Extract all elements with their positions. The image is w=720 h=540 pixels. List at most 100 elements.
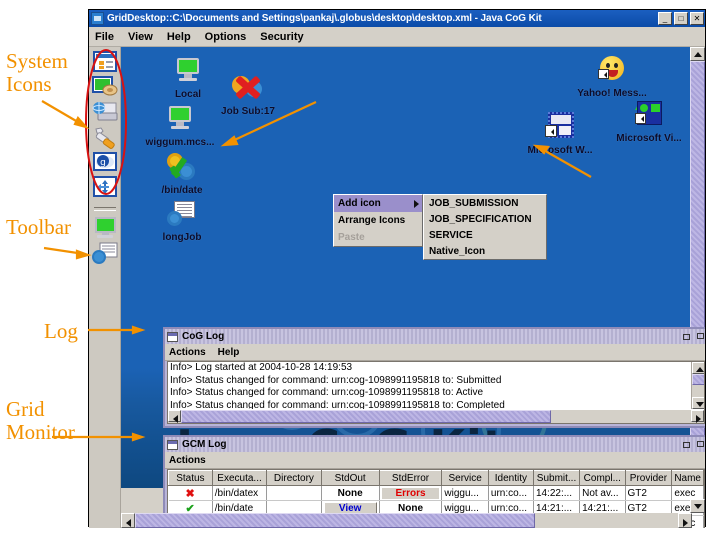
column-header-status[interactable]: Status xyxy=(169,471,213,486)
desktop-icon-label: Job Sub:17 xyxy=(209,106,287,117)
scroll-down-button[interactable] xyxy=(690,499,705,513)
window-icon xyxy=(167,440,178,450)
menu-item-view[interactable]: View xyxy=(128,31,153,43)
window-controls: _ □ ✕ xyxy=(658,12,704,25)
cog-log-title: CoG Log xyxy=(182,331,682,342)
desktop-icon-microsoft-word[interactable]: Microsoft W... xyxy=(521,108,599,156)
maximize-button[interactable] xyxy=(695,332,705,342)
job-spec-doc-icon xyxy=(143,195,221,231)
scrollbar-thumb[interactable] xyxy=(135,513,535,528)
new-job-icon[interactable] xyxy=(92,241,118,265)
column-header-service[interactable]: Service xyxy=(442,471,488,486)
desktop-icon-longjob[interactable]: longJob xyxy=(143,195,221,243)
desktop-icon-microsoft-visio[interactable]: Microsoft Vi... xyxy=(610,96,688,144)
column-header-executable[interactable]: Executa... xyxy=(212,471,266,486)
close-button[interactable]: ✕ xyxy=(690,12,704,25)
cog-log-text-area[interactable]: Info> Log started at 2004-10-28 14:19:53… xyxy=(167,361,705,424)
context-menu-item-arrange-icons[interactable]: Arrange Icons xyxy=(334,212,422,229)
desktop-icon-label: Microsoft W... xyxy=(521,145,599,156)
scroll-up-button[interactable] xyxy=(692,362,705,374)
wrench-tools-icon[interactable] xyxy=(92,125,118,149)
scroll-right-button[interactable] xyxy=(678,513,692,528)
column-header-submitted[interactable]: Submit... xyxy=(533,471,579,486)
menu-item-options[interactable]: Options xyxy=(205,31,247,43)
restore-button[interactable] xyxy=(682,440,692,450)
scroll-right-button[interactable] xyxy=(691,410,704,422)
log-line: Info> Status changed for command: urn:co… xyxy=(168,375,690,388)
microsoft-word-icon xyxy=(521,108,599,144)
cog-log-window: CoG Log Actions Help Info> Log started a… xyxy=(163,327,705,428)
maximize-button[interactable]: □ xyxy=(674,12,688,25)
properties-icon[interactable] xyxy=(92,50,118,74)
column-header-stderror[interactable]: StdError xyxy=(379,471,442,486)
window-icon xyxy=(167,332,178,342)
menu-item-actions[interactable]: Actions xyxy=(169,347,206,358)
submenu-item-job-specification[interactable]: JOB_SPECIFICATION xyxy=(424,211,546,227)
desktop-icon-wiggum[interactable]: wiggum.mcs... xyxy=(141,100,219,148)
menu-item-help[interactable]: Help xyxy=(218,347,240,358)
context-menu-item-paste: Paste xyxy=(334,229,422,246)
column-header-completed[interactable]: Compl... xyxy=(580,471,625,486)
refresh-grid-icon[interactable] xyxy=(92,175,118,199)
sidebar-separator xyxy=(94,207,116,211)
cog-log-horizontal-scrollbar[interactable] xyxy=(168,410,704,423)
menu-item-help[interactable]: Help xyxy=(167,31,191,43)
cell-identity: urn:co... xyxy=(488,486,533,501)
gcm-log-title: GCM Log xyxy=(182,439,682,450)
job-failed-icon xyxy=(209,69,287,105)
scroll-left-button[interactable] xyxy=(168,410,181,422)
cell-submitted: 14:22:... xyxy=(533,486,579,501)
column-header-name[interactable]: Name xyxy=(672,471,704,486)
minimize-button[interactable]: _ xyxy=(658,12,672,25)
new-host-icon[interactable] xyxy=(92,216,118,240)
scrollbar-thumb[interactable] xyxy=(181,410,551,423)
submenu-item-service[interactable]: SERVICE xyxy=(424,227,546,243)
annotation-log: Log xyxy=(44,320,78,343)
submenu-item-native-icon[interactable]: Native_Icon xyxy=(424,243,546,259)
gcm-log-title-bar: GCM Log xyxy=(165,437,705,452)
window-title-bar: GridDesktop::C:\Documents and Settings\p… xyxy=(89,10,705,27)
microsoft-visio-icon xyxy=(610,96,688,132)
errors-link[interactable]: Errors xyxy=(382,488,440,499)
desktop-icon-bin-date[interactable]: /bin/date xyxy=(143,148,221,196)
cog-log-title-bar: CoG Log xyxy=(165,329,705,344)
cog-log-vertical-scrollbar[interactable] xyxy=(691,362,704,409)
svg-text:g: g xyxy=(100,158,106,168)
status-failed-icon: ✖ xyxy=(186,488,195,500)
cell-status: ✖ xyxy=(169,486,213,501)
desktop-horizontal-scrollbar[interactable] xyxy=(121,513,692,528)
menu-item-file[interactable]: File xyxy=(95,31,114,43)
network-printer-icon[interactable] xyxy=(92,100,118,124)
yahoo-messenger-icon xyxy=(573,51,651,87)
desktop-icon-job-sub[interactable]: Job Sub:17 xyxy=(209,69,287,117)
menu-item-security[interactable]: Security xyxy=(260,31,303,43)
column-header-provider[interactable]: Provider xyxy=(625,471,672,486)
info-window-icon[interactable]: g xyxy=(92,150,118,174)
submenu-item-job-submission[interactable]: JOB_SUBMISSION xyxy=(424,195,546,211)
context-menu-item-add-icon[interactable]: Add icon xyxy=(334,195,422,212)
maximize-button[interactable] xyxy=(695,440,705,450)
cell-stderror[interactable]: Errors xyxy=(379,486,442,501)
display-settings-icon[interactable] xyxy=(92,75,118,99)
column-header-identity[interactable]: Identity xyxy=(488,471,533,486)
cell-stdout: None xyxy=(321,486,379,501)
cog-log-menu-bar: Actions Help xyxy=(165,344,705,361)
gcm-log-menu-bar: Actions xyxy=(165,452,705,469)
column-header-stdout[interactable]: StdOut xyxy=(321,471,379,486)
restore-button[interactable] xyxy=(682,332,692,342)
scroll-down-button[interactable] xyxy=(692,397,705,409)
desktop-icon-label: Microsoft Vi... xyxy=(610,133,688,144)
gcm-log-window-controls xyxy=(682,440,705,450)
main-window: GridDesktop::C:\Documents and Settings\p… xyxy=(88,9,706,527)
scrollbar-thumb[interactable] xyxy=(692,374,705,385)
table-row[interactable]: ✖ /bin/datex None Errors wiggu... urn:co… xyxy=(169,486,704,501)
annotation-system-icons: System Icons xyxy=(6,50,68,96)
column-header-directory[interactable]: Directory xyxy=(267,471,321,486)
scroll-left-button[interactable] xyxy=(121,513,135,528)
log-line: Info> Log started at 2004-10-28 14:19:53 xyxy=(168,362,690,375)
arrow-system-icons xyxy=(42,101,83,125)
window-body: g xyxy=(89,47,705,528)
scroll-up-button[interactable] xyxy=(690,47,705,61)
desktop-icon-yahoo-messenger[interactable]: Yahoo! Mess... xyxy=(573,51,651,99)
menu-item-actions[interactable]: Actions xyxy=(169,455,206,466)
